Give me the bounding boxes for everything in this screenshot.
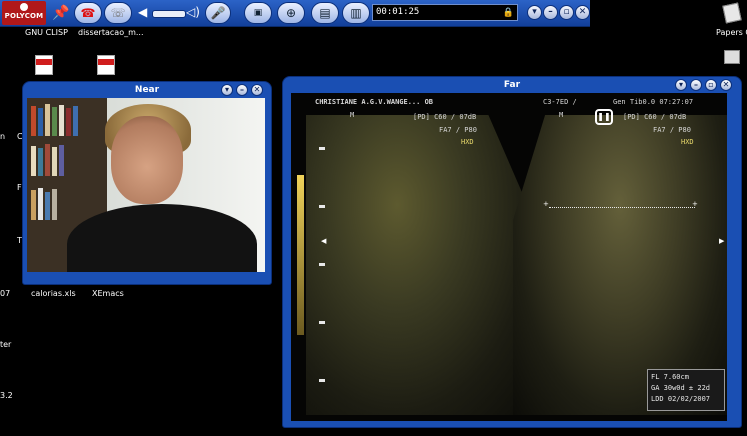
edge-label: 3.2 [0, 391, 13, 400]
caliper-start-icon: + [543, 200, 549, 208]
far-maximize-button[interactable]: ▫ [705, 79, 717, 91]
fl-measurement: FL 7.60cm [651, 373, 689, 381]
near-menu-button[interactable]: ▾ [221, 84, 233, 96]
person-face [111, 116, 183, 204]
logo-dot [20, 3, 28, 11]
edge-label: F [17, 183, 22, 192]
desktop-icon-xemacs[interactable]: XEmacs [92, 289, 124, 298]
timer-value: 00:01:25 [376, 7, 420, 17]
right-param-mode: HXD [681, 138, 694, 146]
depth-tick [319, 379, 325, 382]
ldd-measurement: LDD 02/02/2007 [651, 395, 711, 403]
speaker-loud-icon: ◁) [186, 5, 200, 19]
pc-content-icon[interactable]: ▤ [311, 2, 339, 24]
desktop-icon-dissertacao[interactable]: dissertacao_m... [78, 28, 144, 37]
time-header: Gen Tib0.0 07:27:07 [613, 98, 694, 106]
right-marker: M [559, 111, 564, 119]
depth-tick [319, 321, 325, 324]
left-param-freq: FA7 / P80 [439, 126, 477, 134]
pdf-file-icon[interactable] [97, 55, 115, 75]
left-param-gain: [PD] C60 / 07dB [413, 113, 477, 121]
femur-measurement-line [549, 207, 695, 208]
logo-text: POLYCOM [4, 12, 44, 20]
monitor-icon[interactable]: ▥ [342, 2, 370, 24]
desktop-icon-generic[interactable] [724, 50, 740, 64]
edge-label: n [0, 132, 6, 141]
patient-name-header: CHRISTIANE A.G.V.WANGE... OB [315, 98, 434, 106]
near-minimize-button[interactable]: – [236, 84, 248, 96]
edge-label: ter [0, 340, 12, 349]
speaker-icon[interactable]: ◀ [138, 5, 147, 19]
desktop-icon-gnu-clisp[interactable]: GNU CLISP [25, 28, 68, 37]
far-camera-icon[interactable]: ⊕ [277, 2, 305, 24]
near-window[interactable]: Near ▾ – ✕ [22, 81, 272, 285]
desktop-icon-papers[interactable]: Papers C [716, 28, 747, 37]
pdf-file-icon[interactable] [35, 55, 53, 75]
edge-label: 07 [0, 289, 11, 298]
near-video-feed [27, 98, 265, 272]
grayscale-bar [297, 175, 304, 335]
depth-tick [319, 147, 325, 150]
left-depth-arrow-icon: ◀ [321, 237, 327, 245]
far-minimize-button[interactable]: – [690, 79, 702, 91]
far-window-title: Far [503, 80, 521, 90]
pin-icon[interactable]: 📌 [52, 3, 70, 23]
toolbar-menu-button[interactable]: ▾ [527, 5, 542, 20]
call-timer: 00:01:25 🔒 [372, 4, 518, 21]
papers-folder-icon[interactable] [722, 2, 742, 24]
lock-icon[interactable]: 🔒 [503, 6, 514, 21]
left-param-mode: HXD [461, 138, 474, 146]
desktop-icon-calorias[interactable]: calorias.xls [31, 289, 76, 298]
polycom-toolbar: POLYCOM 📌 ☎ ☏ ◀ ◁) 🎤 ▣ ⊕ ▤ ▥ 00:01:25 🔒 … [0, 0, 590, 27]
far-window[interactable]: Far ▾ – ▫ ✕ CHRISTIANE A.G.V.WANGE... OB… [282, 76, 742, 428]
toolbar-minimize-button[interactable]: – [543, 5, 558, 20]
probe-header: C3-7ED / [543, 98, 577, 106]
hangup-icon[interactable]: ☎ [74, 2, 102, 24]
depth-tick [319, 205, 325, 208]
right-param-gain: [PD] C60 / 07dB [623, 113, 687, 121]
polycom-logo[interactable]: POLYCOM [2, 1, 46, 25]
far-video-feed: CHRISTIANE A.G.V.WANGE... OB C3-7ED / Ge… [291, 93, 727, 421]
measurement-info-box: FL 7.60cm GA 30w0d ± 22d LDD 02/02/2007 [647, 369, 725, 411]
volume-slider[interactable] [152, 10, 186, 18]
toolbar-maximize-button[interactable]: ▫ [559, 5, 574, 20]
right-param-freq: FA7 / P80 [653, 126, 691, 134]
mic-icon[interactable]: 🎤 [205, 2, 231, 24]
left-marker: M [350, 111, 355, 119]
caliper-end-icon: + [692, 200, 698, 208]
ultrasound-left-image [306, 115, 534, 415]
right-depth-arrow-icon: ▶ [719, 237, 725, 245]
near-window-title: Near [134, 85, 160, 95]
pause-icon[interactable]: ❚❚ [595, 109, 613, 125]
depth-tick [319, 263, 325, 266]
far-close-button[interactable]: ✕ [720, 79, 732, 91]
near-camera-icon[interactable]: ▣ [244, 2, 272, 24]
far-menu-button[interactable]: ▾ [675, 79, 687, 91]
ga-measurement: GA 30w0d ± 22d [651, 384, 711, 392]
near-close-button[interactable]: ✕ [251, 84, 263, 96]
toolbar-close-button[interactable]: ✕ [575, 5, 590, 20]
dial-icon[interactable]: ☏ [104, 2, 132, 24]
